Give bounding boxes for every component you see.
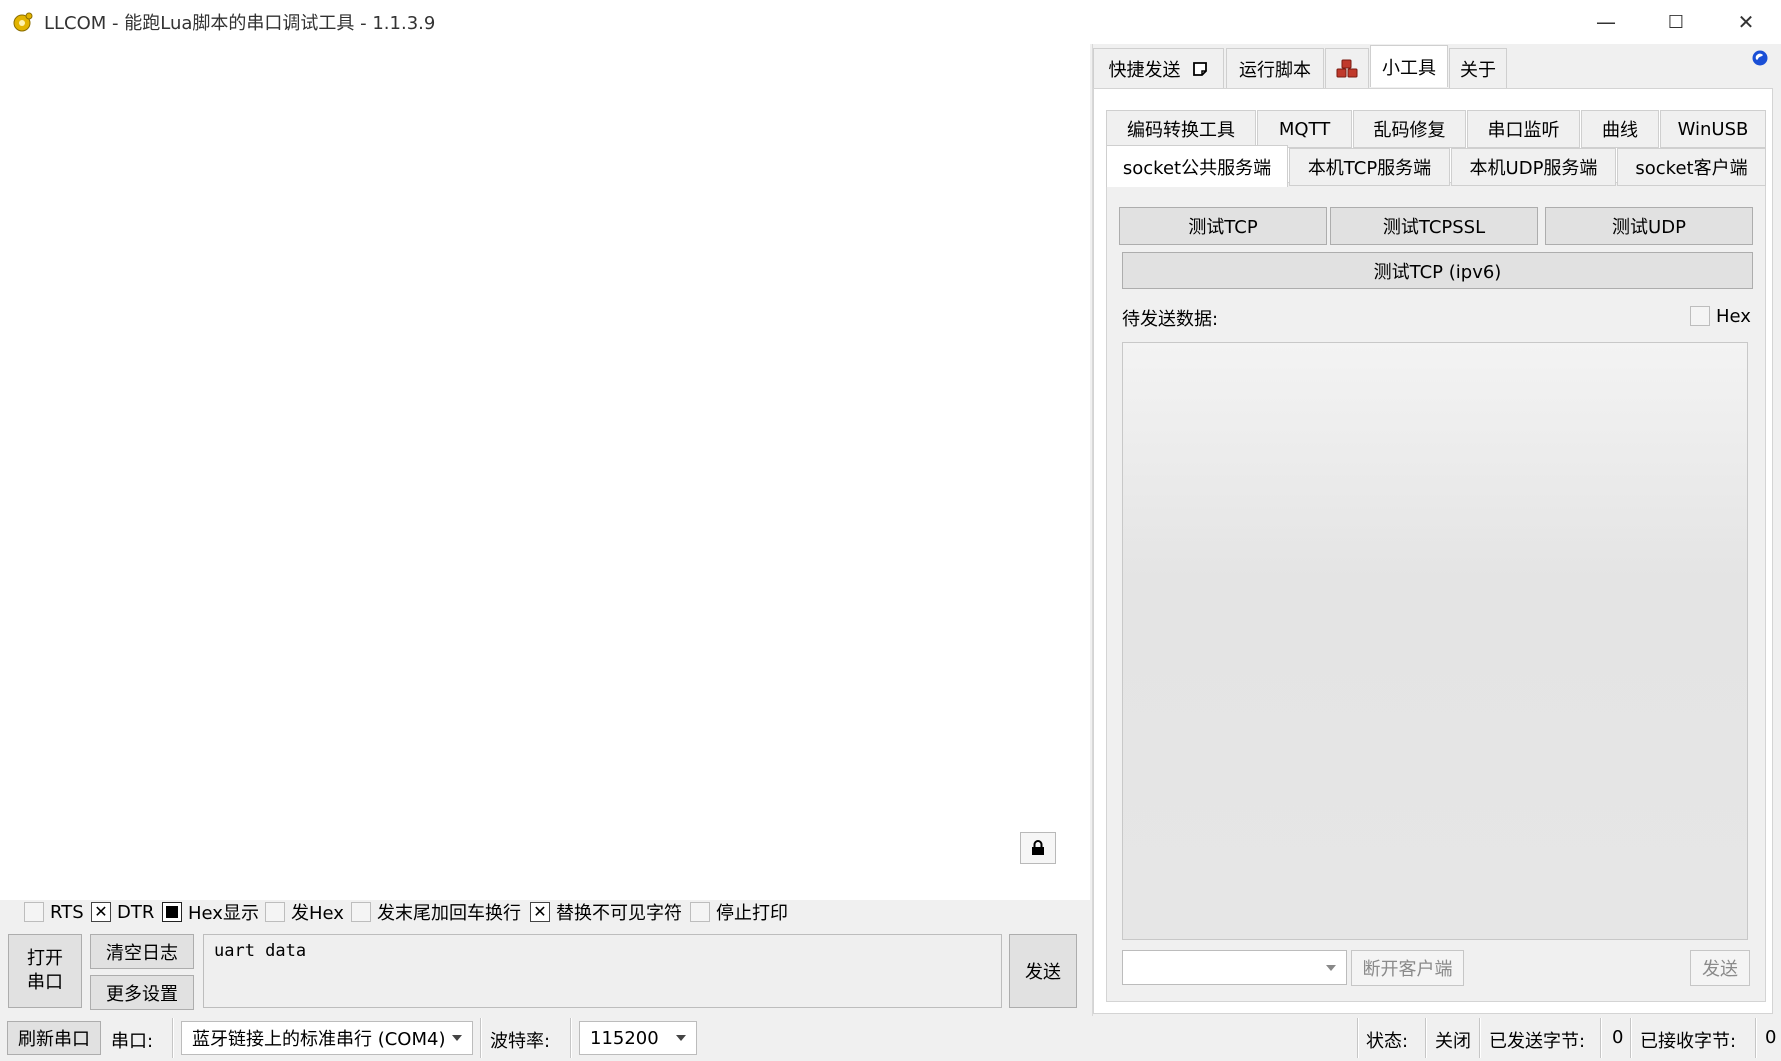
lock-scroll-button[interactable] [1020, 832, 1056, 864]
status-separator [172, 1018, 174, 1058]
disconnect-client-button[interactable]: 断开客户端 [1351, 950, 1464, 986]
lock-icon [1032, 840, 1044, 855]
subtab-port-monitor[interactable]: 串口监听 [1467, 110, 1580, 148]
tab-quick-send-label: 快捷发送 [1108, 59, 1181, 81]
test-tcp-ipv6-button[interactable]: 测试TCP (ipv6) [1122, 252, 1753, 289]
send-hex-checkbox-box[interactable] [265, 902, 285, 922]
port-label: 串口: [111, 1031, 154, 1052]
baud-select-value: 115200 [590, 1027, 659, 1049]
send-hex-label: 发Hex [291, 903, 344, 924]
stop-print-checkbox[interactable]: 停止打印 [690, 899, 788, 925]
port-select[interactable]: 蓝牙链接上的标准串行 (COM4) [181, 1021, 473, 1055]
status-separator [1357, 1018, 1359, 1058]
pending-data-textarea[interactable] [1122, 342, 1748, 940]
recv-bytes-label: 已接收字节: [1640, 1031, 1737, 1052]
rts-label: RTS [50, 901, 84, 923]
pending-data-label: 待发送数据: [1122, 309, 1219, 330]
chevron-down-icon [452, 1035, 462, 1041]
send-data-input[interactable]: uart data [203, 934, 1002, 1008]
dtr-label: DTR [117, 901, 155, 923]
socket-hex-checkbox-box[interactable] [1690, 306, 1710, 326]
replace-invisible-checkbox-box[interactable]: ✕ [530, 902, 550, 922]
sent-bytes-value: 0 [1612, 1027, 1624, 1048]
status-separator [1425, 1018, 1427, 1058]
boxes-icon [1336, 59, 1358, 77]
hex-show-checkbox[interactable]: Hex显示 [162, 899, 259, 925]
status-separator [1600, 1018, 1602, 1058]
open-port-label-1: 打开 [27, 947, 63, 969]
subtab-socket-public-server[interactable]: socket公共服务端 [1106, 145, 1288, 187]
send-button[interactable]: 发送 [1009, 934, 1077, 1008]
minimize-button[interactable]: — [1571, 0, 1641, 44]
globe-icon[interactable] [1752, 50, 1768, 66]
baud-label: 波特率: [490, 1031, 551, 1052]
maximize-button[interactable]: ☐ [1641, 0, 1711, 44]
hex-show-checkbox-box[interactable] [162, 902, 182, 922]
hex-show-label: Hex显示 [188, 903, 259, 924]
state-value: 关闭 [1435, 1031, 1471, 1052]
note-icon [1192, 61, 1207, 76]
tab-plugins[interactable] [1325, 48, 1369, 88]
log-output[interactable] [0, 44, 1090, 900]
tab-tools[interactable]: 小工具 [1370, 45, 1448, 87]
app-logo-icon [12, 11, 34, 33]
append-crlf-label: 发末尾加回车换行 [377, 903, 521, 924]
status-separator [570, 1018, 572, 1058]
subtab-mqtt[interactable]: MQTT [1257, 110, 1352, 148]
rts-checkbox-box[interactable] [24, 902, 44, 922]
dtr-checkbox[interactable]: ✕ DTR [91, 899, 154, 925]
append-crlf-checkbox[interactable]: 发末尾加回车换行 [351, 899, 521, 925]
test-udp-button[interactable]: 测试UDP [1545, 207, 1753, 245]
close-button[interactable]: ✕ [1711, 0, 1781, 44]
sent-bytes-label: 已发送字节: [1489, 1031, 1586, 1052]
status-separator [1755, 1018, 1757, 1058]
tab-quick-send[interactable]: 快捷发送 [1093, 48, 1224, 88]
refresh-port-button[interactable]: 刷新串口 [7, 1021, 101, 1055]
replace-invisible-checkbox[interactable]: ✕ 替换不可见字符 [530, 899, 682, 925]
port-select-value: 蓝牙链接上的标准串行 (COM4) [192, 1029, 446, 1050]
more-settings-button[interactable]: 更多设置 [90, 975, 194, 1010]
subtab-winusb[interactable]: WinUSB [1660, 110, 1766, 148]
state-label: 状态: [1366, 1031, 1409, 1052]
subtab-garbled-fix[interactable]: 乱码修复 [1353, 110, 1466, 148]
chevron-down-icon [1326, 964, 1336, 971]
open-port-button[interactable]: 打开 串口 [8, 934, 82, 1008]
chevron-down-icon [676, 1035, 686, 1041]
dtr-checkbox-box[interactable]: ✕ [91, 902, 111, 922]
subtab-socket-client[interactable]: socket客户端 [1617, 148, 1766, 186]
subtab-encoding[interactable]: 编码转换工具 [1106, 110, 1256, 148]
stop-print-label: 停止打印 [716, 903, 788, 924]
client-select[interactable] [1122, 950, 1347, 985]
clear-log-button[interactable]: 清空日志 [90, 934, 194, 969]
recv-bytes-value: 0 [1765, 1027, 1777, 1048]
socket-hex-label: Hex [1716, 305, 1751, 327]
status-separator [1479, 1018, 1481, 1058]
stop-print-checkbox-box[interactable] [690, 902, 710, 922]
status-separator [1630, 1018, 1632, 1058]
baud-select[interactable]: 115200 [579, 1021, 697, 1055]
subtab-local-tcp-server[interactable]: 本机TCP服务端 [1289, 148, 1450, 186]
tab-about[interactable]: 关于 [1449, 48, 1507, 88]
subtab-local-udp-server[interactable]: 本机UDP服务端 [1451, 148, 1616, 186]
send-hex-checkbox[interactable]: 发Hex [265, 899, 344, 925]
open-port-label-2: 串口 [27, 972, 63, 993]
socket-hex-checkbox[interactable]: Hex [1690, 303, 1751, 329]
window-title: LLCOM - 能跑Lua脚本的串口调试工具 - 1.1.3.9 [44, 13, 436, 34]
append-crlf-checkbox-box[interactable] [351, 902, 371, 922]
test-tcpssl-button[interactable]: 测试TCPSSL [1330, 207, 1538, 245]
tab-run-script[interactable]: 运行脚本 [1226, 48, 1324, 88]
status-separator [480, 1018, 482, 1058]
rts-checkbox[interactable]: RTS [24, 899, 84, 925]
socket-send-button[interactable]: 发送 [1690, 950, 1750, 986]
replace-invisible-label: 替换不可见字符 [556, 903, 682, 924]
subtab-curve[interactable]: 曲线 [1581, 110, 1659, 148]
test-tcp-button[interactable]: 测试TCP [1119, 207, 1327, 245]
